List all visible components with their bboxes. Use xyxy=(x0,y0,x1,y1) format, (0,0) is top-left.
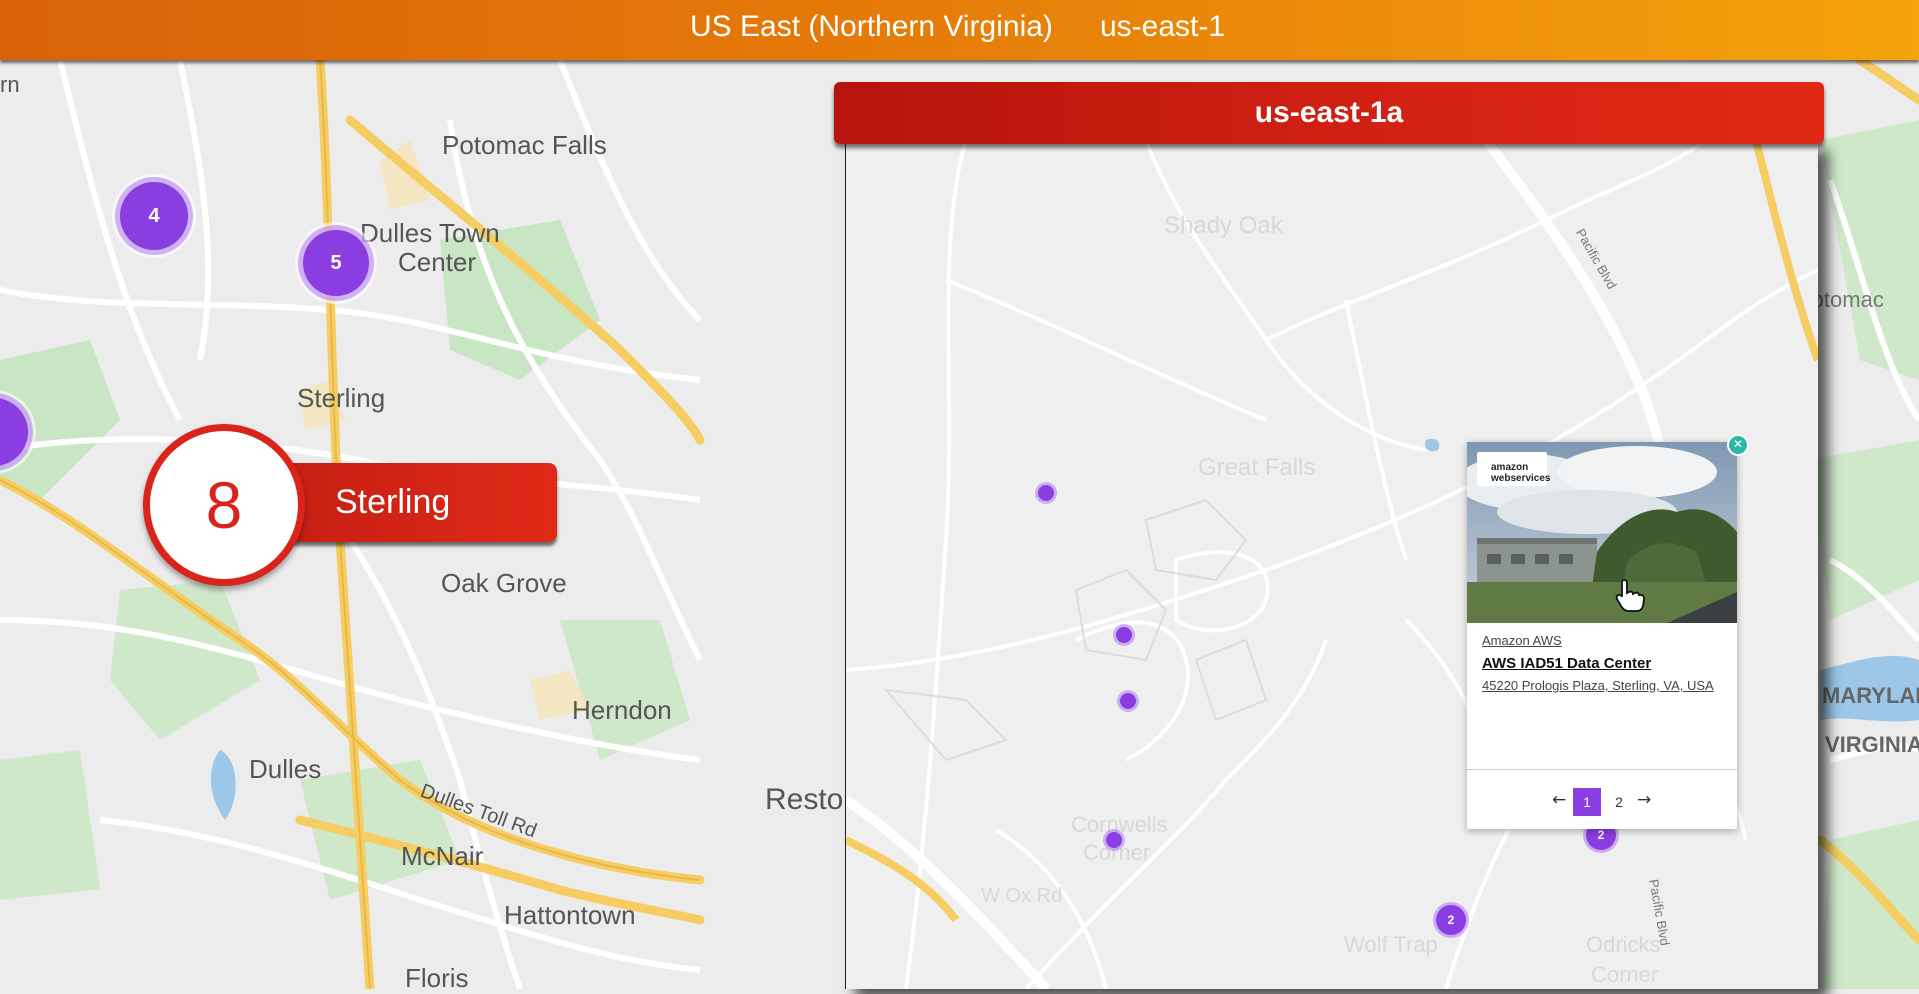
logo-text: amazon webservices xyxy=(1491,462,1551,484)
zone-title: us-east-1a xyxy=(1254,96,1404,129)
amazon-web-services-logo: amazon webservices xyxy=(1477,452,1551,486)
region-header-bar: US East (Northern Virginia) us-east-1 xyxy=(0,0,1919,60)
page-button-2[interactable]: 2 xyxy=(1605,788,1633,816)
popup-divider xyxy=(1467,769,1737,770)
datacenter-popup: amazon webservices ✕ Amazon AWS AWS IAD5… xyxy=(1467,434,1749,829)
map-cluster[interactable]: 2 xyxy=(1436,905,1466,935)
map-label: McNair xyxy=(401,841,484,871)
datacenter-address-link[interactable]: 45220 Prologis Plaza, Sterling, VA, USA xyxy=(1482,678,1722,693)
map-label: MARYLAN xyxy=(1822,683,1919,708)
map-label: Floris xyxy=(405,963,469,993)
map-label: Sterling xyxy=(297,383,386,413)
faded-map-label: Odricks xyxy=(1586,932,1661,957)
map-label: VIRGINIA xyxy=(1825,732,1919,757)
map-label: rn xyxy=(0,72,20,97)
datacenter-marker[interactable] xyxy=(1116,627,1132,643)
datacenter-name-link[interactable]: AWS IAD51 Data Center xyxy=(1482,655,1651,672)
next-page-arrow-icon[interactable]: → xyxy=(1637,790,1651,810)
faded-map-label: Corner xyxy=(1591,962,1659,987)
map-label: Dulles Town xyxy=(360,218,500,248)
city-count-badge[interactable]: 8 xyxy=(143,424,305,586)
map-label: Resto xyxy=(765,783,844,816)
prev-page-arrow-icon[interactable]: ← xyxy=(1552,790,1566,810)
map-label: Oak Grove xyxy=(441,568,567,598)
map-label: Dulles xyxy=(249,754,322,784)
hand-cursor-icon xyxy=(1615,579,1645,612)
provider-link[interactable]: Amazon AWS xyxy=(1482,633,1562,648)
faded-map-label: Great Falls xyxy=(1198,454,1316,481)
map-cluster[interactable]: 4 xyxy=(120,182,188,250)
datacenter-marker[interactable] xyxy=(1038,485,1054,501)
datacenter-marker[interactable] xyxy=(1106,832,1122,848)
datacenter-photo: amazon webservices xyxy=(1467,442,1737,623)
close-icon[interactable]: ✕ xyxy=(1727,434,1749,456)
city-count: 8 xyxy=(205,468,243,542)
zone-panel-header: us-east-1a xyxy=(834,82,1824,144)
map-cluster[interactable]: 5 xyxy=(303,230,369,296)
city-label-banner: Sterling xyxy=(280,463,557,542)
faded-map-label: Wolf Trap xyxy=(1344,932,1438,957)
popup-pagination: ← 1 2 → xyxy=(1467,788,1737,818)
region-code: us-east-1 xyxy=(1100,10,1226,43)
city-name: Sterling xyxy=(335,483,451,521)
page-button-1[interactable]: 1 xyxy=(1573,788,1601,816)
datacenter-marker[interactable] xyxy=(1120,693,1136,709)
map-label: Hattontown xyxy=(504,900,636,930)
map-label: Potomac Falls xyxy=(442,130,607,160)
faded-map-label: Shady Oak xyxy=(1164,212,1283,239)
map-label: Herndon xyxy=(572,695,672,725)
faded-map-label: W Ox Rd xyxy=(981,885,1063,907)
map-label: Center xyxy=(398,247,477,277)
region-name: US East (Northern Virginia) xyxy=(690,10,1053,43)
